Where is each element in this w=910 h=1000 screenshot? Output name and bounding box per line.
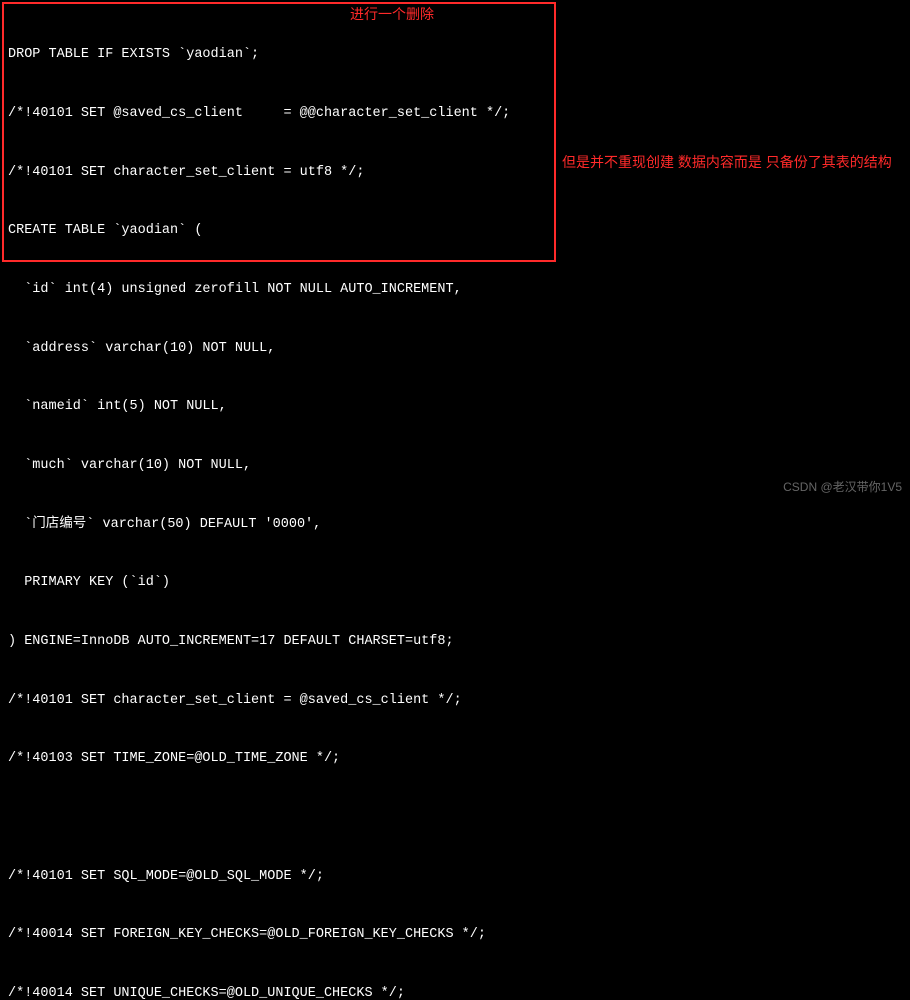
terminal-line: /*!40103 SET TIME_ZONE=@OLD_TIME_ZONE */… [8, 749, 902, 769]
terminal-line: CREATE TABLE `yaodian` ( [8, 221, 902, 241]
terminal-line: PRIMARY KEY (`id`) [8, 573, 902, 593]
terminal-line: /*!40014 SET FOREIGN_KEY_CHECKS=@OLD_FOR… [8, 925, 902, 945]
terminal-line: `nameid` int(5) NOT NULL, [8, 397, 902, 417]
terminal-line: `much` varchar(10) NOT NULL, [8, 456, 902, 476]
watermark: CSDN @老汉带你1V5 [783, 479, 902, 496]
terminal-line: `id` int(4) unsigned zerofill NOT NULL A… [8, 280, 902, 300]
terminal-line: DROP TABLE IF EXISTS `yaodian`; [8, 45, 902, 65]
terminal-line: /*!40101 SET @saved_cs_client = @@charac… [8, 104, 902, 124]
terminal-line: `address` varchar(10) NOT NULL, [8, 339, 902, 359]
terminal-line: `门店编号` varchar(50) DEFAULT '0000', [8, 515, 902, 535]
terminal-line: ) ENGINE=InnoDB AUTO_INCREMENT=17 DEFAUL… [8, 632, 902, 652]
terminal-line: /*!40101 SET SQL_MODE=@OLD_SQL_MODE */; [8, 867, 902, 887]
terminal-line [8, 808, 902, 828]
terminal-line: /*!40101 SET character_set_client = @sav… [8, 691, 902, 711]
terminal-output: DROP TABLE IF EXISTS `yaodian`; /*!40101… [8, 6, 902, 1000]
terminal-line: /*!40101 SET character_set_client = utf8… [8, 163, 902, 183]
terminal-line: /*!40014 SET UNIQUE_CHECKS=@OLD_UNIQUE_C… [8, 984, 902, 1000]
